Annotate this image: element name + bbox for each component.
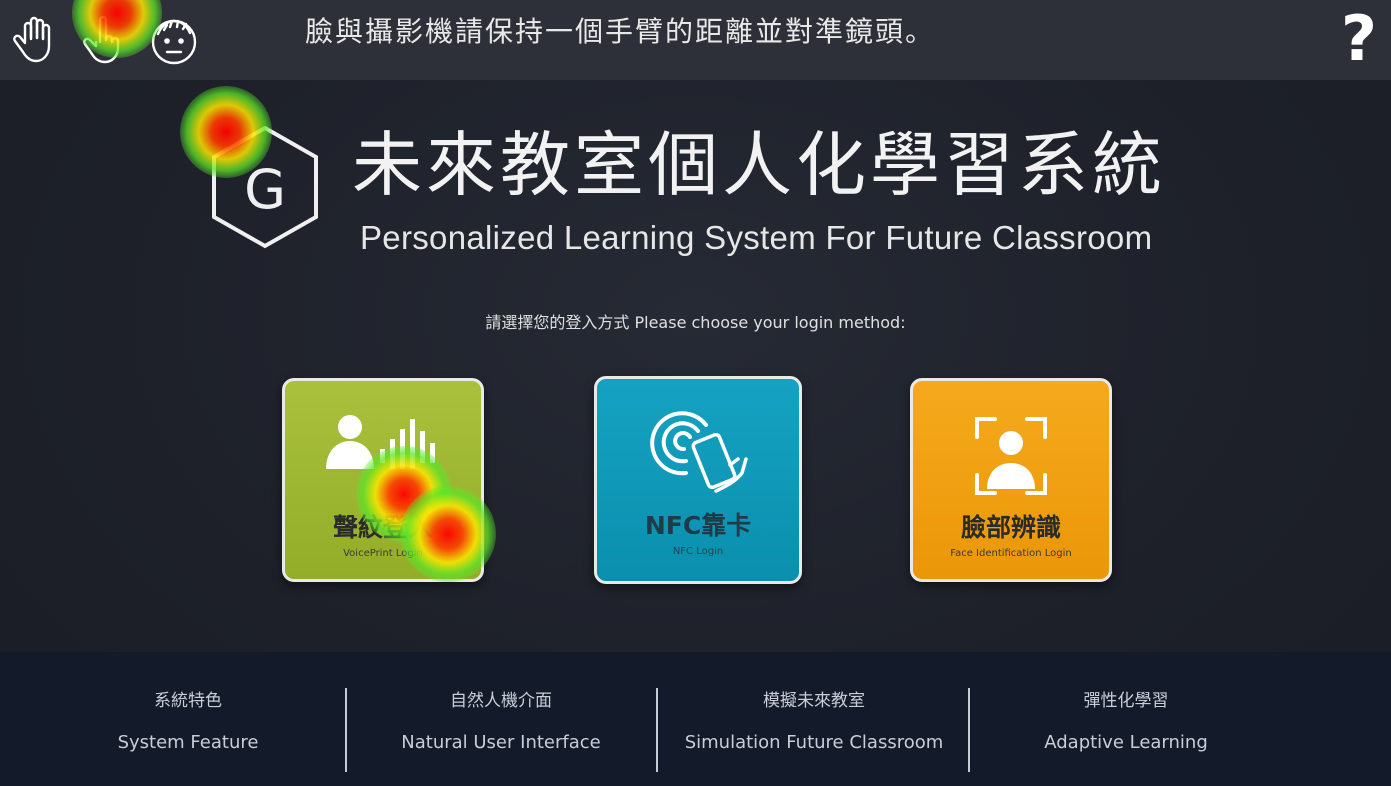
system-logo: G <box>206 122 324 252</box>
login-prompt: 請選擇您的登入方式 Please choose your login metho… <box>485 313 906 332</box>
footer-item-label-en: System Feature <box>117 732 259 753</box>
voiceprint-login-button[interactable]: 聲紋登入 VoicePrint Login <box>282 378 484 582</box>
footer-item-label-en: Simulation Future Classroom <box>684 732 944 753</box>
pointing-hand-icon[interactable] <box>76 12 132 68</box>
face-login-sublabel: Face Identification Login <box>950 548 1072 559</box>
footer-item-label-cn: 系統特色 <box>154 691 222 711</box>
page-subtitle: Personalized Learning System For Future … <box>360 219 1153 256</box>
camera-instruction: 臉與攝影機請保持一個手臂的距離並對準鏡頭。 <box>305 15 936 48</box>
voiceprint-icon <box>285 411 481 511</box>
nfc-login-label: NFC靠卡 <box>644 511 752 540</box>
footer-item-adaptive-learning[interactable]: 彈性化學習 Adaptive Learning <box>970 686 1282 758</box>
logo-letter: G <box>244 158 286 221</box>
footer-item-natural-user-interface[interactable]: 自然人機介面 Natural User Interface <box>345 686 657 758</box>
footer-item-system-feature[interactable]: 系統特色 System Feature <box>32 686 344 758</box>
help-button[interactable]: ? <box>1334 0 1384 78</box>
face-login-label: 臉部辨識 <box>960 513 1061 542</box>
footer-item-label-cn: 彈性化學習 <box>1083 691 1169 711</box>
voiceprint-login-label: 聲紋登入 <box>332 513 433 542</box>
voiceprint-login-sublabel: VoicePrint Login <box>343 548 423 559</box>
footer-item-label-en: Natural User Interface <box>401 732 601 753</box>
nfc-card-icon <box>597 409 799 509</box>
footer-item-label-cn: 自然人機介面 <box>450 691 552 711</box>
hand-icon[interactable] <box>9 12 65 68</box>
app-root: 臉與攝影機請保持一個手臂的距離並對準鏡頭。 ? G 未來教室個人化學習系統 Pe… <box>0 0 1391 786</box>
face-login-button[interactable]: 臉部辨識 Face Identification Login <box>910 378 1112 582</box>
feature-footer: 系統特色 System Feature 自然人機介面 Natural User … <box>0 652 1391 786</box>
footer-item-simulation-future-classroom[interactable]: 模擬未來教室 Simulation Future Classroom <box>658 686 970 758</box>
nfc-login-sublabel: NFC Login <box>672 546 724 557</box>
footer-item-label-en: Adaptive Learning <box>1044 732 1208 753</box>
face-icon[interactable] <box>146 12 202 68</box>
page-title: 未來教室個人化學習系統 <box>352 124 1166 206</box>
top-bar: 臉與攝影機請保持一個手臂的距離並對準鏡頭。 ? <box>0 0 1391 80</box>
nfc-login-button[interactable]: NFC靠卡 NFC Login <box>594 376 802 584</box>
footer-item-label-cn: 模擬未來教室 <box>763 691 865 711</box>
face-scan-icon <box>913 411 1109 511</box>
